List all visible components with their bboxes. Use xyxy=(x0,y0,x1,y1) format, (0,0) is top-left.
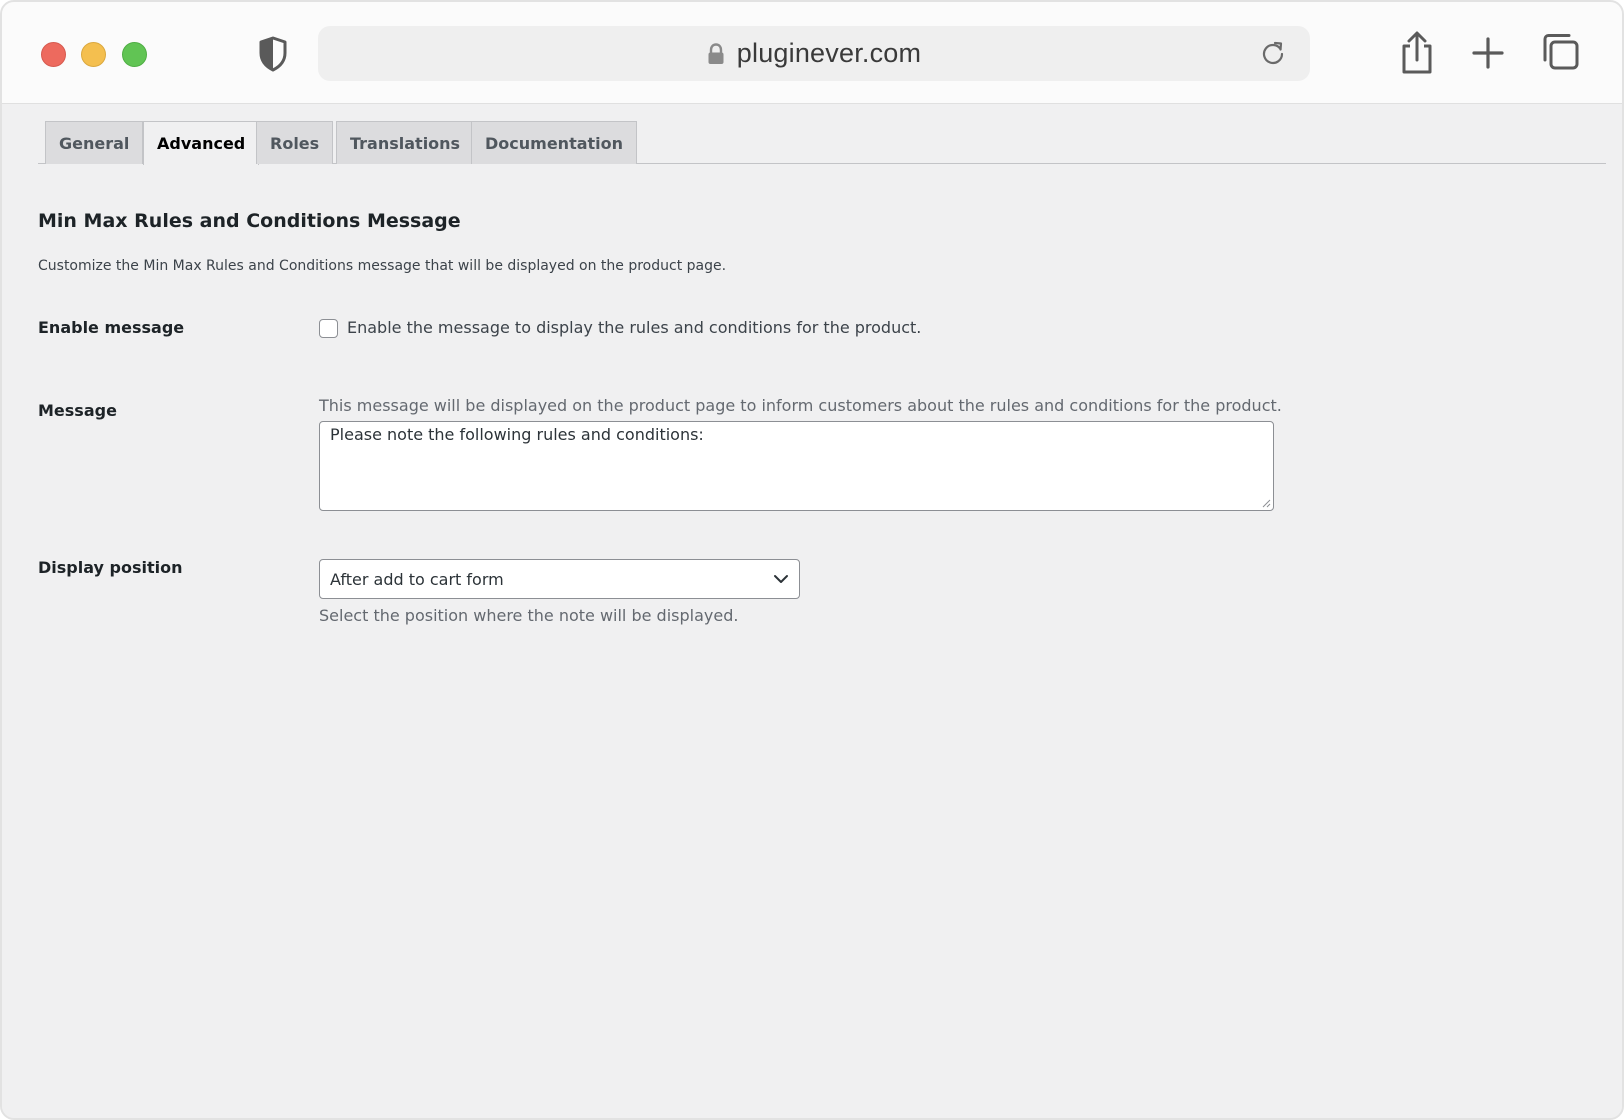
message-label: Message xyxy=(38,401,117,420)
lock-icon xyxy=(708,42,724,64)
browser-toolbar: pluginever.com xyxy=(2,2,1622,104)
message-help-text: This message will be displayed on the pr… xyxy=(319,396,1282,415)
enable-message-label: Enable message xyxy=(38,318,185,337)
privacy-shield-icon[interactable] xyxy=(258,36,288,72)
display-position-label: Display position xyxy=(38,558,183,577)
enable-message-checkbox-label[interactable]: Enable the message to display the rules … xyxy=(347,318,921,337)
tab-overview-icon[interactable] xyxy=(1540,30,1580,76)
tab-label: Advanced xyxy=(157,134,246,153)
close-window-button[interactable] xyxy=(41,42,66,67)
tab-general[interactable]: General xyxy=(45,121,144,164)
section-title: Min Max Rules and Conditions Message xyxy=(38,210,461,232)
display-position-selected-value: After add to cart form xyxy=(330,569,504,589)
url-text: pluginever.com xyxy=(736,38,922,68)
address-bar[interactable]: pluginever.com xyxy=(318,26,1310,81)
display-position-select[interactable]: After add to cart form xyxy=(319,559,800,599)
settings-page: General Advanced Roles Translations Docu… xyxy=(2,104,1622,1118)
zoom-window-button[interactable] xyxy=(122,42,147,67)
tab-label: Documentation xyxy=(485,133,624,153)
section-description: Customize the Min Max Rules and Conditio… xyxy=(38,258,727,274)
browser-window: pluginever.com General Advanced Roles Tr… xyxy=(0,0,1624,1120)
new-tab-icon[interactable] xyxy=(1468,30,1508,76)
tab-roles[interactable]: Roles xyxy=(256,121,334,164)
chevron-down-icon xyxy=(774,575,788,583)
tab-label: Roles xyxy=(270,133,320,153)
message-textarea-value: Please note the following rules and cond… xyxy=(330,425,704,444)
share-icon[interactable] xyxy=(1397,30,1437,76)
minimize-window-button[interactable] xyxy=(81,42,106,67)
tab-documentation[interactable]: Documentation xyxy=(471,121,638,164)
tab-translations[interactable]: Translations xyxy=(336,121,475,164)
tab-label: General xyxy=(59,133,130,153)
tab-advanced[interactable]: Advanced xyxy=(143,121,260,165)
enable-message-checkbox[interactable] xyxy=(319,319,338,338)
settings-tab-bar: General Advanced Roles Translations Docu… xyxy=(38,121,1606,165)
resize-grip-icon[interactable] xyxy=(1261,498,1271,508)
tab-label: Translations xyxy=(350,133,461,153)
message-textarea[interactable]: Please note the following rules and cond… xyxy=(319,421,1274,511)
reload-icon[interactable] xyxy=(1260,40,1286,66)
display-position-help-text: Select the position where the note will … xyxy=(319,606,739,625)
